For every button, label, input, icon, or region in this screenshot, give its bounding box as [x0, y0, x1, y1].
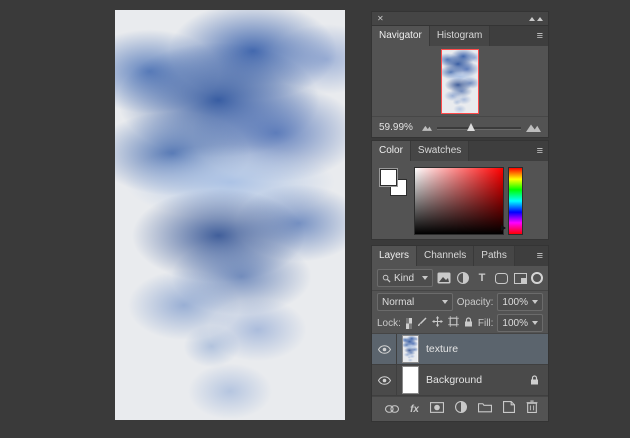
- filter-kind-label: Kind: [394, 272, 415, 284]
- eye-icon: [377, 344, 391, 354]
- hue-ramp[interactable]: [508, 167, 523, 235]
- panel-menu-icon[interactable]: ≡: [532, 141, 548, 161]
- layer-filter-row: Kind T: [372, 266, 548, 291]
- search-icon: [382, 274, 391, 283]
- layer-name[interactable]: texture: [426, 343, 458, 355]
- eye-icon: [377, 375, 391, 385]
- layer-row-background[interactable]: Background: [372, 365, 548, 396]
- chevron-up-icon: [537, 17, 543, 21]
- opacity-label: Opacity:: [456, 296, 494, 308]
- link-layers-icon[interactable]: [385, 400, 400, 418]
- document-canvas[interactable]: [115, 10, 345, 420]
- panel-group-titlebar: ✕: [372, 12, 548, 26]
- opacity-dropdown[interactable]: 100%: [497, 293, 543, 311]
- layer-lock-badge[interactable]: [530, 375, 539, 385]
- chevron-down-icon: [532, 300, 538, 304]
- blend-mode-row: Normal Opacity: 100%: [372, 291, 548, 313]
- fill-group: Fill: 100%: [478, 314, 543, 332]
- chevron-up-icon: [529, 17, 535, 21]
- zoom-slider-thumb[interactable]: [467, 123, 476, 131]
- filter-pixel-layers-icon[interactable]: [436, 270, 452, 286]
- hue-indicator-arrow: [501, 225, 506, 231]
- navigator-proxy-view[interactable]: [441, 48, 479, 114]
- layers-panel: Layers Channels Paths ≡ Kind T Normal Op…: [372, 246, 548, 421]
- opacity-value: 100%: [502, 296, 528, 308]
- tab-channels[interactable]: Channels: [417, 246, 475, 266]
- navigator-thumbnail-image: [442, 49, 478, 113]
- lock-all-icon[interactable]: [464, 314, 473, 332]
- zoom-in-mountain-icon[interactable]: [526, 122, 541, 132]
- fill-dropdown[interactable]: 100%: [497, 314, 543, 332]
- filter-adjustment-layers-icon[interactable]: [455, 270, 471, 286]
- foreground-color-swatch[interactable]: [380, 169, 397, 186]
- panel-menu-icon[interactable]: ≡: [532, 246, 548, 266]
- chevron-down-icon: [441, 300, 448, 304]
- zoom-slider[interactable]: [437, 121, 521, 133]
- collapse-panels-icon[interactable]: [529, 17, 543, 21]
- filter-on-off-toggle[interactable]: [531, 272, 543, 284]
- zoom-slider-track: [437, 127, 521, 130]
- lock-artboard-icon[interactable]: [447, 314, 459, 332]
- color-tabbar: Color Swatches ≡: [372, 141, 548, 161]
- layer-thumbnail[interactable]: [402, 335, 419, 363]
- tab-navigator[interactable]: Navigator: [372, 26, 430, 46]
- layers-bottom-toolbar: fx: [372, 396, 548, 421]
- lock-label: Lock:: [377, 317, 401, 329]
- tab-layers[interactable]: Layers: [372, 246, 418, 266]
- tab-paths[interactable]: Paths: [474, 246, 515, 266]
- watercolor-texture-image: [115, 10, 345, 420]
- navigator-panel: Navigator Histogram ≡ 59.99%: [372, 26, 548, 137]
- delete-layer-icon[interactable]: [526, 400, 538, 418]
- visibility-toggle[interactable]: [372, 365, 397, 395]
- lock-row: Lock: Fill: 100%: [372, 313, 548, 334]
- zoom-value[interactable]: 59.99%: [379, 122, 417, 133]
- chevron-down-icon: [421, 276, 428, 280]
- navigator-zoom-row: 59.99%: [372, 116, 548, 137]
- texture-layer-thumbnail-image: [403, 336, 418, 362]
- tab-swatches[interactable]: Swatches: [410, 141, 470, 161]
- saturation-brightness-field[interactable]: [414, 167, 504, 235]
- tab-histogram[interactable]: Histogram: [429, 26, 491, 46]
- blend-mode-dropdown[interactable]: Normal: [377, 293, 453, 311]
- layers-list: texture Background: [372, 334, 548, 396]
- layer-name[interactable]: Background: [426, 374, 482, 386]
- tab-color[interactable]: Color: [372, 141, 411, 161]
- filter-kind-dropdown[interactable]: Kind: [377, 269, 433, 287]
- new-adjustment-layer-icon[interactable]: [455, 400, 467, 418]
- navigator-preview: [372, 46, 548, 116]
- lock-paint-icon[interactable]: [417, 314, 427, 332]
- lock-position-icon[interactable]: [431, 314, 443, 332]
- panel-menu-icon[interactable]: ≡: [532, 26, 548, 46]
- close-icon[interactable]: ✕: [377, 12, 384, 26]
- foreground-background-swatches: [380, 169, 407, 196]
- add-layer-mask-icon[interactable]: [430, 400, 444, 418]
- filter-type-layers-icon[interactable]: T: [474, 270, 490, 286]
- color-panel: Color Swatches ≡: [372, 141, 548, 239]
- type-glyph: T: [478, 271, 486, 284]
- lock-transparency-icon[interactable]: [405, 317, 412, 329]
- filter-smart-objects-icon[interactable]: [512, 270, 528, 286]
- blend-mode-value: Normal: [382, 296, 415, 308]
- fill-label: Fill:: [477, 317, 494, 329]
- layers-tabbar: Layers Channels Paths ≡: [372, 246, 548, 266]
- layer-row-texture[interactable]: texture: [372, 334, 548, 365]
- chevron-down-icon: [532, 321, 538, 325]
- new-group-icon[interactable]: [478, 400, 492, 418]
- color-picker-area: [372, 161, 548, 239]
- panel-dock: ✕ Navigator Histogram ≡ 59.99% Color Swa…: [372, 12, 548, 421]
- visibility-toggle[interactable]: [372, 334, 397, 364]
- filter-shape-layers-icon[interactable]: [493, 270, 509, 286]
- padlock-icon: [531, 375, 538, 385]
- new-layer-icon[interactable]: [503, 400, 515, 418]
- layer-style-icon[interactable]: fx: [410, 404, 419, 415]
- zoom-out-mountain-icon[interactable]: [422, 124, 432, 131]
- navigator-tabbar: Navigator Histogram ≡: [372, 26, 548, 46]
- layer-thumbnail[interactable]: [402, 366, 419, 394]
- fill-value: 100%: [502, 317, 528, 329]
